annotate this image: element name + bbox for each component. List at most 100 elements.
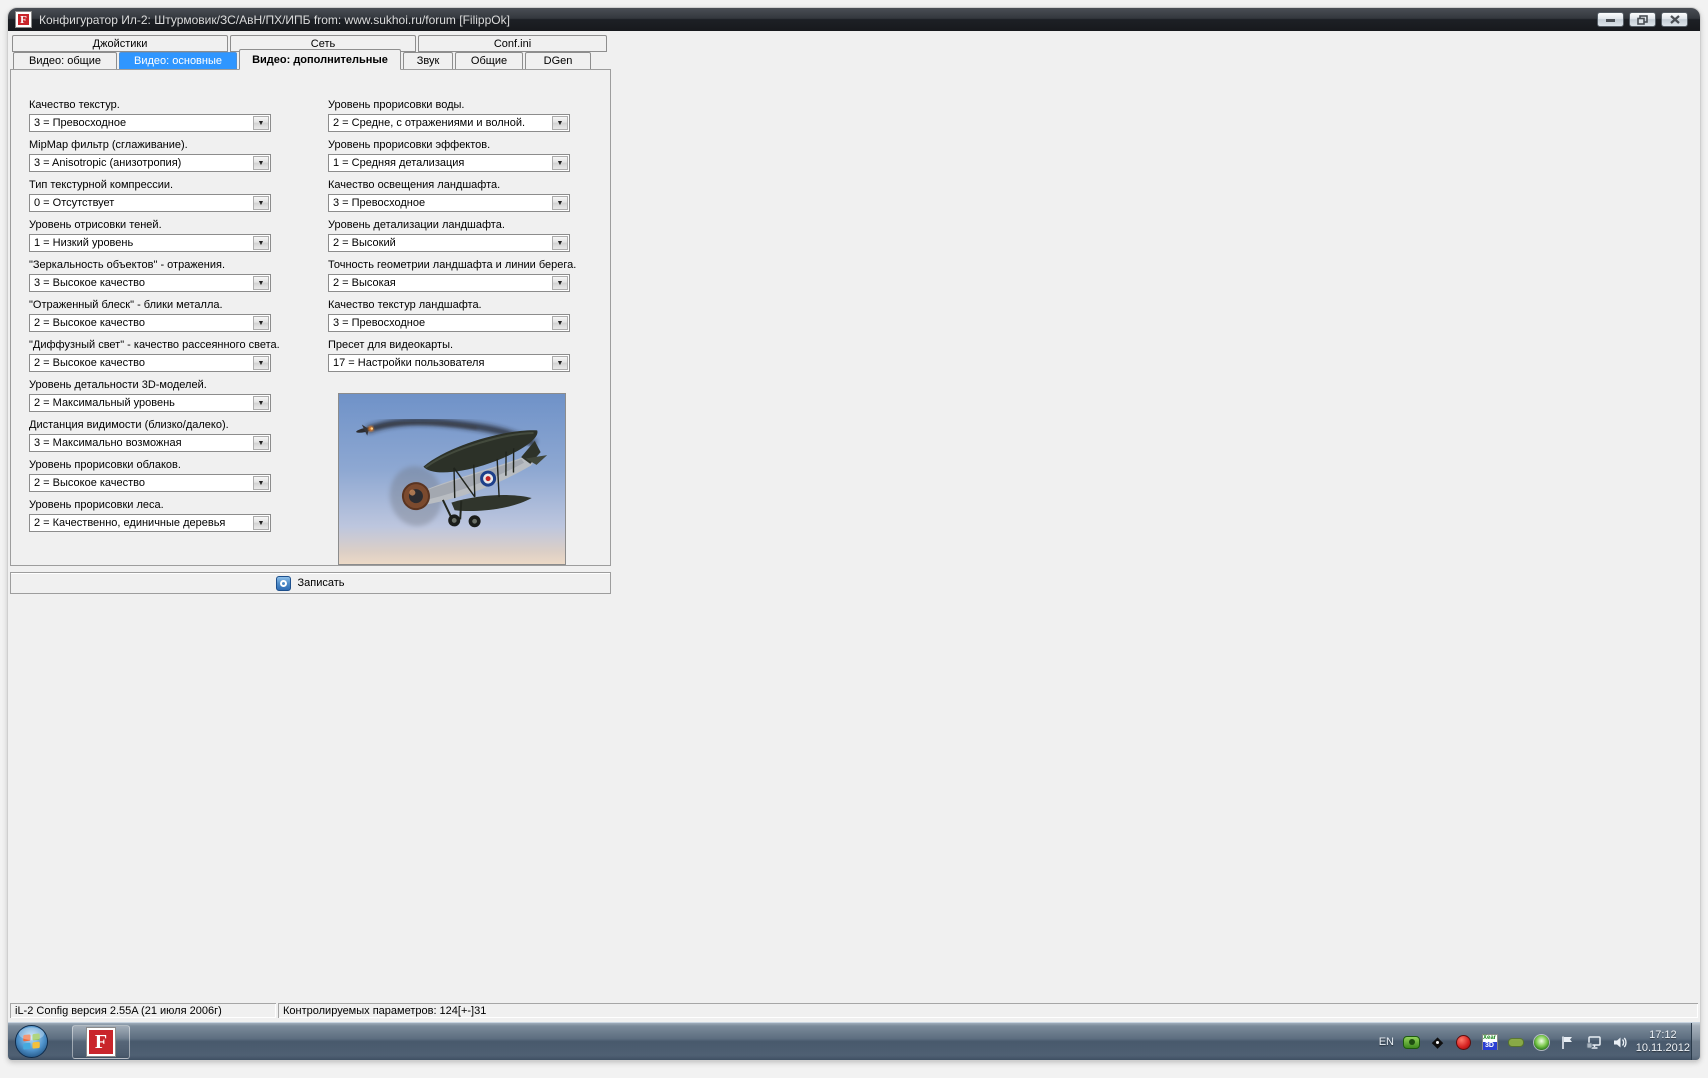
show-desktop-button[interactable] — [1691, 1023, 1700, 1060]
restore-button[interactable] — [1629, 12, 1656, 27]
window-title: Конфигуратор Ил-2: Штурмовик/ЗС/АвН/ПХ/И… — [39, 12, 510, 27]
setting-label: Качество текстур ландшафта. — [328, 299, 482, 311]
chevron-down-icon: ▼ — [257, 479, 265, 487]
setting-combobox[interactable]: 2 = Качественно, единичные деревья ▼ — [29, 514, 271, 532]
setting-combobox[interactable]: 2 = Высокая ▼ — [328, 274, 570, 292]
record-tray-icon[interactable] — [1455, 1034, 1472, 1051]
setting-row: "Отраженный блеск" - блики металла. 2 = … — [29, 299, 271, 339]
combobox-value: 3 = Высокое качество — [34, 277, 146, 289]
combobox-dropdown-button[interactable]: ▼ — [253, 476, 269, 490]
tab-джойстики[interactable]: Джойстики — [12, 35, 228, 52]
setting-label: Качество освещения ландшафта. — [328, 179, 501, 191]
combobox-dropdown-button[interactable]: ▼ — [253, 516, 269, 530]
action-center-flag-icon[interactable] — [1559, 1034, 1576, 1051]
setting-label: "Зеркальность объектов" - отражения. — [29, 259, 226, 271]
setting-row: Тип текстурной компрессии. 0 = Отсутству… — [29, 179, 271, 219]
setting-combobox[interactable]: 3 = Превосходное ▼ — [29, 114, 271, 132]
close-button[interactable] — [1661, 12, 1688, 27]
chevron-down-icon: ▼ — [556, 279, 564, 287]
taskbar-clock[interactable]: 17:12 10.11.2012 — [1636, 1023, 1690, 1060]
combobox-dropdown-button[interactable]: ▼ — [552, 316, 568, 330]
restore-icon — [1637, 14, 1648, 25]
combobox-value: 0 = Отсутствует — [34, 197, 115, 209]
combobox-dropdown-button[interactable]: ▼ — [552, 196, 568, 210]
minimize-button[interactable] — [1597, 12, 1624, 27]
setting-combobox[interactable]: 2 = Средне, с отражениями и волной. ▼ — [328, 114, 570, 132]
aircraft-preview-image — [338, 393, 566, 565]
setting-combobox[interactable]: 1 = Низкий уровень ▼ — [29, 234, 271, 252]
tab-conf-ini[interactable]: Conf.ini — [418, 35, 607, 52]
combobox-dropdown-button[interactable]: ▼ — [552, 156, 568, 170]
setting-combobox[interactable]: 3 = Anisotropic (анизотропия) ▼ — [29, 154, 271, 172]
combobox-value: 2 = Качественно, единичные деревья — [34, 517, 226, 529]
setting-combobox[interactable]: 2 = Высокое качество ▼ — [29, 354, 271, 372]
tab-видео-дополнительные[interactable]: Видео: дополнительные — [239, 49, 401, 70]
setting-combobox[interactable]: 3 = Превосходное ▼ — [328, 194, 570, 212]
setting-label: Дистанция видимости (близко/далеко). — [29, 419, 229, 431]
taskbar-app-il2config[interactable]: F — [72, 1025, 130, 1059]
chevron-down-icon: ▼ — [257, 159, 265, 167]
green-orb-tray-icon[interactable] — [1533, 1034, 1550, 1051]
combobox-dropdown-button[interactable]: ▼ — [253, 236, 269, 250]
tab-row-video: Видео: общие Видео: основные Видео: дополн… — [13, 49, 593, 70]
tab-видео-основные[interactable]: Видео: основные — [119, 52, 237, 70]
setting-row: Уровень прорисовки облаков. 2 = Высокое … — [29, 459, 271, 499]
chevron-down-icon: ▼ — [257, 199, 265, 207]
setting-combobox[interactable]: 2 = Высокое качество ▼ — [29, 474, 271, 492]
setting-label: Уровень прорисовки воды. — [328, 99, 465, 111]
combobox-dropdown-button[interactable]: ▼ — [253, 436, 269, 450]
tab-видео-общие[interactable]: Видео: общие — [13, 52, 117, 70]
setting-combobox[interactable]: 1 = Средняя детализация ▼ — [328, 154, 570, 172]
combobox-dropdown-button[interactable]: ▼ — [253, 396, 269, 410]
chevron-down-icon: ▼ — [257, 439, 265, 447]
start-button[interactable] — [14, 1024, 49, 1059]
setting-combobox[interactable]: 3 = Высокое качество ▼ — [29, 274, 271, 292]
setting-combobox[interactable]: 2 = Максимальный уровень ▼ — [29, 394, 271, 412]
combobox-dropdown-button[interactable]: ▼ — [253, 156, 269, 170]
setting-row: Уровень детальности 3D-моделей. 2 = Макс… — [29, 379, 271, 419]
language-indicator[interactable]: EN — [1379, 1036, 1394, 1048]
chevron-down-icon: ▼ — [257, 359, 265, 367]
setting-combobox[interactable]: 17 = Настройки пользователя ▼ — [328, 354, 570, 372]
setting-combobox[interactable]: 2 = Высокий ▼ — [328, 234, 570, 252]
settings-column-right: Уровень прорисовки воды. 2 = Средне, с о… — [328, 99, 576, 379]
tab-общие[interactable]: Общие — [455, 52, 523, 70]
combobox-value: 17 = Настройки пользователя — [333, 357, 485, 369]
save-button[interactable]: Записать — [10, 572, 611, 594]
tab-звук[interactable]: Звук — [403, 52, 453, 70]
setting-combobox[interactable]: 3 = Превосходное ▼ — [328, 314, 570, 332]
xear3d-tray-icon[interactable]: Xear 3D — [1481, 1034, 1498, 1051]
diamond-tray-icon[interactable]: ◆ — [1429, 1034, 1446, 1051]
network-tray-icon[interactable] — [1585, 1034, 1602, 1051]
setting-label: Тип текстурной компрессии. — [29, 179, 174, 191]
setting-combobox[interactable]: 3 = Максимально возможная ▼ — [29, 434, 271, 452]
setting-combobox[interactable]: 2 = Высокое качество ▼ — [29, 314, 271, 332]
setting-label: Уровень прорисовки облаков. — [29, 459, 181, 471]
setting-label: Уровень детальности 3D-моделей. — [29, 379, 207, 391]
setting-row: Пресет для видеокарты. 17 = Настройки по… — [328, 339, 570, 379]
chevron-down-icon: ▼ — [257, 519, 265, 527]
setting-label: "Отраженный блеск" - блики металла. — [29, 299, 223, 311]
tab-dgen[interactable]: DGen — [525, 52, 591, 70]
combobox-dropdown-button[interactable]: ▼ — [552, 276, 568, 290]
combobox-dropdown-button[interactable]: ▼ — [253, 276, 269, 290]
battery-tray-icon[interactable] — [1507, 1034, 1524, 1051]
combobox-dropdown-button[interactable]: ▼ — [552, 356, 568, 370]
combobox-value: 2 = Высокое качество — [34, 477, 146, 489]
combobox-dropdown-button[interactable]: ▼ — [253, 356, 269, 370]
combobox-dropdown-button[interactable]: ▼ — [552, 236, 568, 250]
combobox-value: 3 = Anisotropic (анизотропия) — [34, 157, 182, 169]
setting-combobox[interactable]: 0 = Отсутствует ▼ — [29, 194, 271, 212]
combobox-dropdown-button[interactable]: ▼ — [253, 196, 269, 210]
combobox-dropdown-button[interactable]: ▼ — [552, 116, 568, 130]
combobox-dropdown-button[interactable]: ▼ — [253, 116, 269, 130]
joystick-tray-icon[interactable] — [1403, 1034, 1420, 1051]
combobox-value: 2 = Максимальный уровень — [34, 397, 175, 409]
setting-row: "Зеркальность объектов" - отражения. 3 =… — [29, 259, 271, 299]
setting-label: Уровень отрисовки теней. — [29, 219, 162, 231]
combobox-dropdown-button[interactable]: ▼ — [253, 316, 269, 330]
app-icon: F — [16, 12, 31, 27]
clock-date: 10.11.2012 — [1635, 1042, 1690, 1054]
volume-tray-icon[interactable] — [1611, 1034, 1628, 1051]
chevron-down-icon: ▼ — [556, 119, 564, 127]
